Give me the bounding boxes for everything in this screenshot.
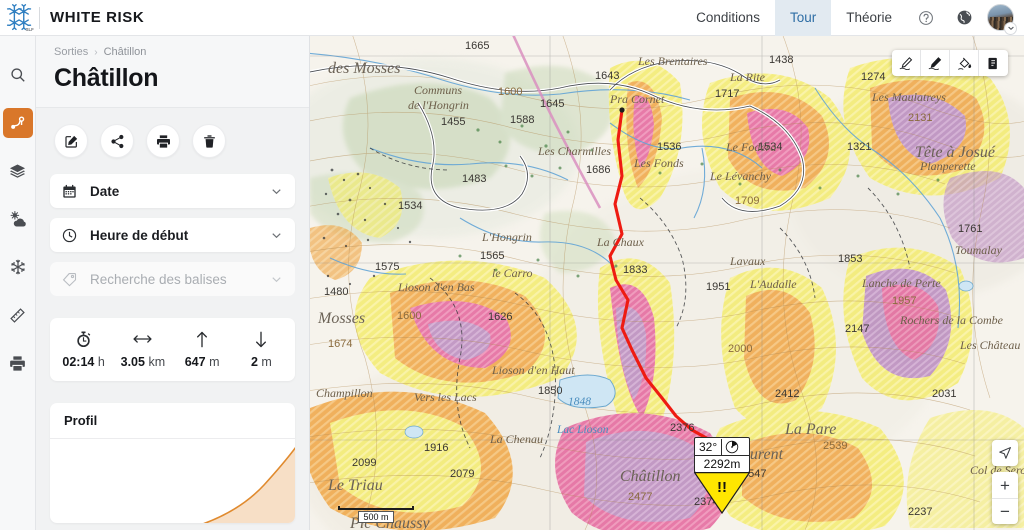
rail-item-print[interactable]: [3, 348, 33, 378]
icon-rail[interactable]: [0, 36, 36, 530]
page-title: Châtillon: [54, 64, 291, 93]
stopwatch-icon: [76, 330, 91, 348]
chevron-down-icon[interactable]: [1004, 22, 1017, 35]
start-time-field[interactable]: Heure de début: [50, 218, 295, 252]
scale-bar-line: [338, 506, 414, 510]
beacon-search-placeholder: Recherche des balises: [90, 272, 258, 287]
brand-name: WHITE RISK: [50, 9, 144, 26]
locate-button[interactable]: [992, 440, 1018, 466]
scale-bar: 500 m: [338, 506, 414, 523]
chevron-down-icon[interactable]: [270, 229, 283, 242]
chevron-down-icon[interactable]: [270, 273, 283, 286]
svg-text:!!: !!: [717, 479, 727, 496]
draw-line-tool[interactable]: [892, 50, 921, 76]
warning-triangle: !!: [694, 472, 750, 514]
clock-icon: [62, 228, 78, 243]
snowflake-logo: SLF: [5, 3, 35, 33]
chevron-down-icon[interactable]: [270, 185, 283, 198]
horizontal-arrows-icon: [133, 330, 152, 348]
stat-descent-text: 2 m: [251, 355, 272, 369]
nav-tab-theorie[interactable]: Théorie: [831, 0, 907, 36]
zoom-in-button[interactable]: +: [992, 472, 1018, 498]
locate-group[interactable]: [992, 440, 1018, 466]
rail-item-layers[interactable]: [3, 156, 33, 186]
scale-bar-label: 500 m: [358, 511, 393, 523]
date-field[interactable]: Date: [50, 174, 295, 208]
stat-ascent: 647 m: [173, 330, 232, 369]
altitude-value: 2292m: [695, 456, 749, 472]
breadcrumb-separator: ›: [94, 47, 97, 58]
map-drawing-tools[interactable]: [892, 50, 1008, 76]
zoom-group[interactable]: + −: [992, 472, 1018, 524]
slope-marker[interactable]: 32° 2292m !!: [694, 437, 750, 514]
elevation-profile-chart[interactable]: [50, 439, 295, 523]
paint-bucket-tool[interactable]: [950, 50, 979, 76]
rail-item-snow[interactable]: [3, 252, 33, 282]
delete-button[interactable]: [192, 124, 226, 158]
edit-button[interactable]: [54, 124, 88, 158]
slope-dial-icon: [722, 438, 741, 455]
logo-divider: [39, 7, 40, 29]
elevation-profile-title: Profil: [50, 403, 295, 439]
start-time-field-label: Heure de début: [90, 228, 258, 243]
tour-stats: 02:14 h 3.05 km 647 m: [50, 318, 295, 381]
arrow-down-icon: [254, 330, 268, 348]
stat-duration-text: 02:14 h: [62, 355, 104, 369]
tour-detail-panel: Sorties › Châtillon Châtillon: [36, 36, 310, 530]
header-nav[interactable]: Conditions Tour Théorie: [681, 0, 1024, 36]
map-terrain: [310, 28, 1024, 530]
export-tool[interactable]: [979, 50, 1008, 76]
rail-item-search[interactable]: [3, 60, 33, 90]
nav-tab-tour[interactable]: Tour: [775, 0, 831, 36]
help-button[interactable]: [907, 0, 945, 36]
print-button[interactable]: [146, 124, 180, 158]
panel-header: Sorties › Châtillon Châtillon: [36, 36, 309, 108]
share-button[interactable]: [100, 124, 134, 158]
stat-distance-text: 3.05 km: [121, 355, 166, 369]
map-controls[interactable]: + −: [992, 440, 1018, 524]
elevation-profile-card: Profil: [50, 403, 295, 523]
nav-tab-conditions[interactable]: Conditions: [681, 0, 775, 36]
stat-duration: 02:14 h: [54, 330, 113, 369]
breadcrumb-root[interactable]: Sorties: [54, 46, 88, 58]
map-canvas[interactable]: des Mosses16651643Les Brentaires1438Comm…: [310, 28, 1024, 530]
draw-freehand-tool[interactable]: [921, 50, 950, 76]
slope-marker-box: 32° 2292m: [694, 437, 750, 473]
arrow-up-icon: [195, 330, 209, 348]
tag-icon: [62, 272, 78, 287]
date-field-label: Date: [90, 184, 258, 199]
slope-angle-value: 32°: [695, 439, 722, 455]
breadcrumb: Sorties › Châtillon: [54, 46, 291, 58]
language-button[interactable]: [945, 0, 983, 36]
top-header: SLF WHITE RISK Conditions Tour Théorie: [0, 0, 1024, 36]
logo-block[interactable]: SLF WHITE RISK: [0, 0, 144, 36]
rail-item-tour[interactable]: [3, 108, 33, 138]
action-buttons[interactable]: [36, 108, 309, 164]
breadcrumb-current: Châtillon: [104, 46, 147, 58]
svg-text:SLF: SLF: [26, 27, 34, 32]
stat-descent: 2 m: [232, 330, 291, 369]
stat-distance: 3.05 km: [113, 330, 172, 369]
stat-ascent-text: 647 m: [185, 355, 220, 369]
rail-item-measure[interactable]: [3, 300, 33, 330]
user-menu[interactable]: [983, 0, 1024, 36]
zoom-out-button[interactable]: −: [992, 498, 1018, 524]
beacon-search-field[interactable]: Recherche des balises: [50, 262, 295, 296]
rail-item-weather[interactable]: [3, 204, 33, 234]
calendar-icon: [62, 184, 78, 199]
